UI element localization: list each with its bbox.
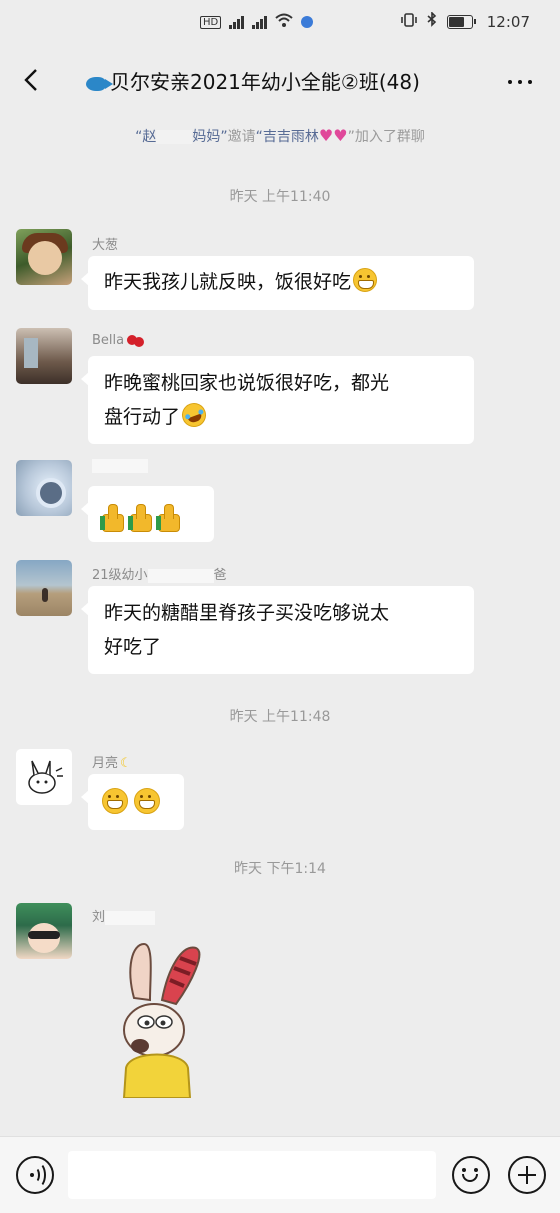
bunny-avatar-icon: [28, 760, 63, 794]
thumbs-up-emoji: [128, 503, 152, 532]
more-actions-button[interactable]: [508, 1156, 546, 1194]
input-bar: [0, 1136, 560, 1213]
chevron-left-icon: [24, 69, 37, 91]
battery-level: [448, 16, 465, 27]
emoji-button[interactable]: [452, 1156, 490, 1194]
sender-name: 21级幼小爸: [92, 568, 227, 583]
message-text-line: 好吃了: [104, 636, 162, 658]
signal-4g-icon: [229, 15, 245, 29]
cartoon-rabbit-sticker[interactable]: [104, 938, 224, 1099]
timestamp: 昨天 下午1:14: [234, 861, 326, 877]
status-bar: HD 12:07: [0, 0, 560, 44]
grin-emoji: [134, 788, 160, 814]
fish-icon: [86, 76, 113, 91]
sender-name: 月亮 ☾: [92, 756, 132, 771]
thumbs-up-emoji: [156, 503, 180, 532]
voice-button[interactable]: [16, 1156, 54, 1194]
bluetooth-icon: [427, 11, 437, 31]
redacted-name: [105, 910, 156, 925]
signal-icon: [252, 15, 268, 29]
chat-title: 贝尔安亲2021年幼小全能②班(48): [86, 66, 420, 95]
app-notification-icon: [301, 16, 314, 28]
thumbs-up-emoji: [100, 503, 124, 532]
status-left-icons: HD: [200, 13, 314, 31]
vibrate-icon: [400, 12, 417, 31]
invitee-name[interactable]: “吉吉雨林: [256, 129, 319, 145]
redacted-block: [156, 130, 193, 144]
message-text-line: 昨天的糖醋里脊孩子买没吃够说太: [104, 602, 390, 624]
avatar[interactable]: [16, 903, 72, 959]
inviter-suffix: 妈妈”: [192, 129, 228, 145]
sender-name: 大葱: [92, 238, 119, 253]
redacted-name: [92, 458, 148, 473]
battery-icon: [446, 14, 476, 29]
laugh-tears-emoji: [178, 399, 210, 431]
message-bubble[interactable]: [81, 774, 184, 830]
message-input[interactable]: [68, 1151, 436, 1199]
sender-name: 刘: [92, 906, 156, 925]
message-text-line: 昨晚蜜桃回家也说饭很好吃，都光: [104, 372, 390, 394]
more-button[interactable]: [508, 80, 532, 84]
message-bubble[interactable]: 昨天我孩儿就反映，饭很好吃: [81, 256, 474, 310]
chat-header: 贝尔安亲2021年幼小全能②班(48): [0, 48, 560, 112]
sender-name: [92, 458, 148, 473]
avatar[interactable]: [16, 460, 72, 516]
status-right-icons: 12:07: [400, 11, 530, 31]
avatar[interactable]: [16, 749, 72, 805]
avatar[interactable]: [16, 560, 72, 616]
wifi-icon: [275, 13, 293, 31]
sender-name: Bella: [92, 333, 145, 348]
crescent-moon-emoji: ☾: [120, 756, 132, 771]
system-message: “赵 妈妈”邀请“吉吉雨林♥♥”加入了群聊: [0, 126, 560, 146]
message-text: 昨天我孩儿就反映，饭很好吃: [104, 271, 352, 293]
back-button[interactable]: [18, 64, 48, 96]
join-action: ”加入了群聊: [347, 129, 425, 145]
invite-verb: 邀请: [227, 129, 256, 145]
hd-icon: HD: [200, 15, 222, 29]
message-bubble[interactable]: [81, 486, 214, 542]
grin-emoji: [353, 268, 378, 292]
inviter-name: “赵: [135, 129, 157, 145]
timestamp: 昨天 上午11:48: [229, 709, 331, 725]
message-bubble[interactable]: 昨天的糖醋里脊孩子买没吃够说太 好吃了: [81, 586, 474, 674]
two-hearts-emoji: ♥♥: [318, 126, 348, 145]
status-time: 12:07: [486, 12, 530, 31]
timestamp: 昨天 上午11:40: [229, 189, 331, 205]
grin-emoji: [102, 788, 128, 814]
avatar[interactable]: [16, 229, 72, 285]
avatar[interactable]: [16, 328, 72, 384]
redacted-name: [147, 568, 214, 583]
more-dots-icon: [508, 80, 512, 84]
cherry-emoji: [127, 335, 138, 345]
message-text-line: 盘行动了: [104, 406, 181, 428]
chat-title-text: 贝尔安亲2021年幼小全能②班(48): [110, 70, 420, 94]
message-bubble[interactable]: 昨晚蜜桃回家也说饭很好吃，都光 盘行动了: [81, 356, 474, 444]
